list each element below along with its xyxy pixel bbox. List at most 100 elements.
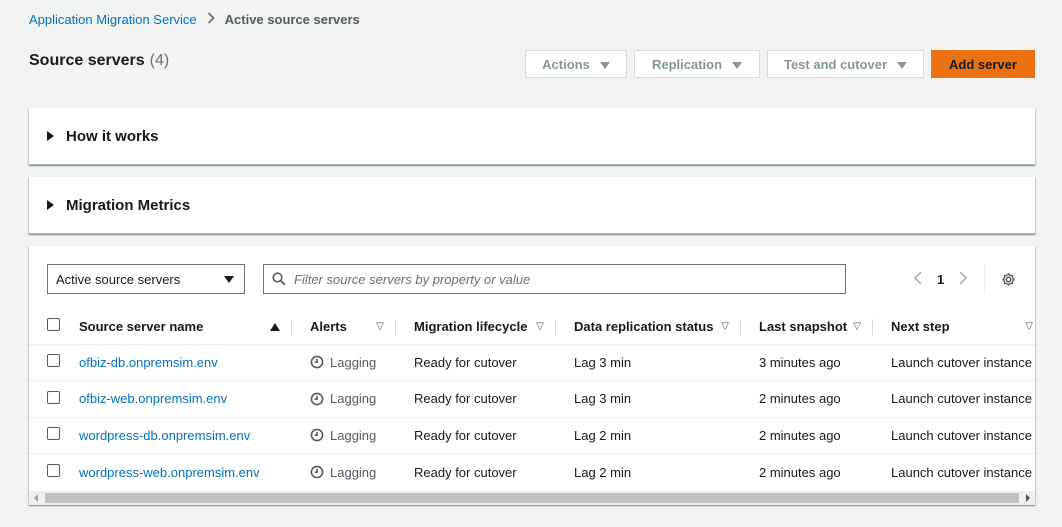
column-header-next-step-label: Next step — [891, 318, 950, 334]
select-all-cell — [29, 309, 79, 345]
row-checkbox[interactable] — [47, 390, 60, 404]
migration-metrics-label: Migration Metrics — [66, 196, 191, 214]
column-header-alerts[interactable]: Alerts ▽ — [292, 309, 396, 345]
alert-status: Lagging — [310, 355, 396, 370]
breadcrumb-link-service[interactable]: Application Migration Service — [29, 12, 197, 27]
chevron-right-icon — [207, 12, 215, 27]
column-header-alerts-label: Alerts — [310, 318, 347, 334]
horizontal-scrollbar[interactable] — [29, 491, 1035, 505]
gear-icon[interactable] — [1001, 272, 1016, 287]
table-row[interactable]: ofbiz-web.onpremsim.env Lagging Ready fo… — [29, 380, 1035, 418]
replication-button-label: Replication — [651, 56, 723, 72]
next-step-cell: Launch cutover instance — [891, 464, 1032, 480]
snapshot-cell: 2 minutes ago — [741, 380, 873, 418]
table-row[interactable]: wordpress-db.onpremsim.env Lagging Ready… — [29, 417, 1035, 454]
server-name-link[interactable]: ofbiz-db.onpremsim.env — [79, 355, 218, 370]
sort-icon: ▽ — [721, 321, 729, 332]
sort-icon: ▽ — [1025, 321, 1033, 332]
server-count: (4) — [149, 52, 170, 69]
clock-icon — [310, 428, 324, 442]
select-all-checkbox[interactable] — [47, 318, 60, 332]
column-header-snapshot-label: Last snapshot — [759, 318, 848, 334]
search-box — [263, 264, 846, 294]
row-checkbox[interactable] — [47, 354, 60, 368]
search-icon — [264, 272, 294, 286]
server-name-link[interactable]: wordpress-web.onpremsim.env — [79, 465, 260, 480]
clock-icon — [310, 355, 324, 369]
view-select[interactable]: Active source servers — [47, 264, 245, 294]
caret-down-icon — [224, 276, 234, 283]
actions-button[interactable]: Actions — [525, 50, 627, 78]
column-header-next-step[interactable]: Next step ▽ — [873, 309, 1035, 345]
alert-status-label: Lagging — [330, 354, 377, 370]
how-it-works-label: How it works — [66, 127, 159, 145]
caret-right-icon — [47, 200, 54, 210]
column-header-name-label: Source server name — [79, 318, 204, 334]
sort-icon: ▽ — [376, 321, 384, 332]
search-input[interactable] — [294, 265, 845, 293]
replication-button[interactable]: Replication — [634, 50, 760, 78]
table-row[interactable]: ofbiz-db.onpremsim.env Lagging Ready for… — [29, 344, 1035, 381]
sort-ascending-icon — [270, 323, 280, 331]
clock-icon — [310, 392, 324, 406]
row-checkbox[interactable] — [47, 464, 60, 477]
caret-down-icon — [732, 61, 743, 69]
server-name-link[interactable]: wordpress-db.onpremsim.env — [79, 428, 250, 443]
snapshot-cell: 2 minutes ago — [741, 417, 873, 454]
how-it-works-section: How it works — [29, 108, 1035, 165]
next-step-cell: Launch cutover instance — [873, 344, 1035, 381]
replication-cell: Lag 2 min — [574, 464, 632, 480]
table-row[interactable]: wordpress-web.onpremsim.env Lagging Read… — [29, 454, 1035, 491]
sort-icon: ▽ — [853, 321, 861, 332]
column-header-name[interactable]: Source server name — [79, 309, 292, 345]
column-header-replication[interactable]: Data replication status ▽ — [556, 309, 741, 345]
breadcrumb-current: Active source servers — [224, 12, 360, 27]
alert-status-label: Lagging — [330, 391, 377, 407]
replication-cell: Lag 3 min — [556, 344, 741, 381]
snapshot-cell: 3 minutes ago — [741, 344, 873, 381]
caret-down-icon — [599, 61, 610, 69]
migration-metrics-toggle[interactable]: Migration Metrics — [29, 177, 1035, 234]
column-header-lifecycle-label: Migration lifecycle — [414, 318, 528, 334]
alert-status-label: Lagging — [330, 427, 377, 443]
previous-page-icon[interactable] — [913, 269, 923, 290]
row-select-cell — [29, 454, 79, 491]
add-server-button[interactable]: Add server — [931, 50, 1035, 78]
column-header-replication-label: Data replication status — [574, 318, 714, 334]
row-checkbox[interactable] — [47, 427, 60, 441]
alert-status: Lagging — [310, 428, 396, 443]
page-title-text: Source servers — [29, 52, 145, 69]
row-select-cell — [29, 417, 79, 454]
row-select-cell — [29, 344, 79, 381]
view-select-value: Active source servers — [56, 271, 181, 287]
column-header-lifecycle[interactable]: Migration lifecycle ▽ — [396, 309, 556, 345]
current-page-number[interactable]: 1 — [937, 272, 944, 287]
how-it-works-toggle[interactable]: How it works — [29, 108, 1035, 165]
caret-right-icon — [47, 131, 54, 141]
test-and-cutover-button[interactable]: Test and cutover — [767, 50, 924, 78]
lifecycle-cell: Ready for cutover — [414, 464, 517, 480]
table-header-row: Source server name Alerts ▽ Migration li… — [29, 309, 1035, 345]
breadcrumb: Application Migration Service Active sou… — [29, 12, 360, 27]
source-servers-table: Source server name Alerts ▽ Migration li… — [29, 309, 1035, 490]
scroll-left-icon[interactable] — [29, 491, 43, 505]
column-header-snapshot[interactable]: Last snapshot ▽ — [741, 309, 873, 345]
migration-metrics-section: Migration Metrics — [29, 177, 1035, 234]
alert-status: Lagging — [310, 465, 396, 480]
add-server-button-label: Add server — [949, 56, 1017, 72]
scroll-right-icon[interactable] — [1021, 491, 1035, 505]
caret-down-icon — [897, 61, 908, 69]
server-name-link[interactable]: ofbiz-web.onpremsim.env — [79, 391, 227, 406]
filter-row: Active source servers 1 — [47, 264, 1035, 294]
source-servers-table-panel: Active source servers 1 — [29, 246, 1035, 505]
next-page-icon[interactable] — [958, 269, 968, 290]
clock-icon — [310, 465, 324, 479]
row-select-cell — [29, 380, 79, 418]
page-title: Source servers (4) — [29, 52, 169, 70]
alert-status-label: Lagging — [330, 464, 377, 480]
next-step-cell: Launch cutover instance — [873, 380, 1035, 418]
alert-status: Lagging — [310, 391, 396, 406]
replication-cell: Lag 3 min — [556, 380, 741, 418]
lifecycle-cell: Ready for cutover — [396, 380, 556, 418]
scrollbar-thumb[interactable] — [45, 493, 1019, 503]
